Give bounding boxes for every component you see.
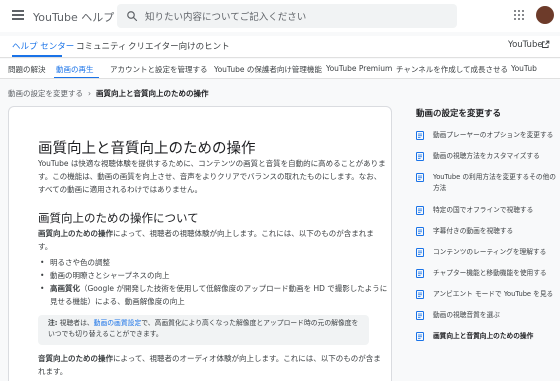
sub-nav: 問題の解決 動画の再生 アカウントと設定を管理する YouTube の保護者向け…: [0, 59, 560, 79]
document-icon: [416, 290, 424, 299]
subtab-account-settings[interactable]: アカウントと設定を管理する: [110, 64, 208, 75]
search-box[interactable]: 知りたい内容についてご記入ください: [117, 4, 457, 28]
document-icon: [416, 206, 424, 215]
section-heading: 画質向上のための操作について: [38, 211, 199, 225]
video-paragraph: 画質向上のための操作によって、視聴者の視聴体験が向上します。これには、以下のもの…: [38, 227, 388, 253]
tab-community[interactable]: コミュニティ: [76, 40, 127, 52]
sidebar-item-label: チャプター機能と移動機能を使用する: [433, 269, 547, 277]
document-icon: [416, 173, 424, 182]
list-item: 明るさや色の調整: [38, 256, 388, 269]
subtab-more[interactable]: YouTub: [511, 64, 537, 73]
enhancement-list: 明るさや色の調整 動画の明瞭さとシャープネスの向上 高画質化（Google が開…: [38, 256, 388, 308]
external-link-icon[interactable]: [541, 40, 550, 49]
tab-help-center[interactable]: ヘルプ センター: [12, 40, 74, 52]
note-label: 注:: [48, 319, 58, 327]
video-lead: 画質向上のための操作: [38, 229, 113, 238]
document-icon: [416, 269, 424, 278]
breadcrumb-current: 画質向上と音質向上のための操作: [96, 89, 209, 98]
top-bar: YouTube ヘルプ 知りたい内容についてご記入ください: [0, 0, 560, 32]
sidebar-item-label: 特定の国でオフラインで視聴する: [433, 206, 534, 214]
sidebar-item-label: コンテンツのレーティングを理解する: [433, 248, 547, 256]
sidebar-item-label: 画質向上と音質向上のための操作: [433, 332, 534, 340]
list-item: 動画の明瞭さとシャープネスの向上: [38, 269, 388, 282]
audio-paragraph: 音質向上のための操作によって、視聴者のオーディオ体験が向上します。これには、以下…: [38, 352, 388, 378]
document-icon: [416, 131, 424, 140]
article-intro: YouTube は快適な視聴体験を提供するために、コンテンツの画質と音質を自動的…: [38, 159, 386, 194]
apps-grid-icon[interactable]: [514, 10, 524, 20]
subtab-video-playback[interactable]: 動画の再生: [56, 64, 94, 75]
sidebar-item-label: 字幕付きの動画を視聴する: [433, 227, 514, 235]
sidebar-item-label: YouTube の利用方法を変更するその他の方法: [433, 173, 556, 192]
tab-creator-tips[interactable]: クリエイター向けのヒント: [128, 40, 230, 52]
list-item: 高画質化（Google が開発した技術を使用して低解像度のアップロード動画を H…: [38, 282, 388, 308]
youtube-link[interactable]: YouTube: [508, 40, 543, 50]
document-icon: [416, 332, 424, 341]
sidebar-item-label: アンビエント モードで YouTube を見る: [433, 290, 554, 298]
list-item-text: 明るさや色の調整: [50, 258, 110, 267]
subtab-grow-channel[interactable]: チャンネルを作成して成長させる: [396, 64, 508, 75]
note-box: 注: 視聴者は、動画の画質設定で、高画質化により高くなった解像度とアップロード時…: [38, 315, 369, 345]
subtab-parental-controls[interactable]: YouTube の保護者向け管理機能: [214, 64, 322, 75]
chevron-right-icon: ›: [88, 89, 91, 98]
list-item-strong: 高画質化: [50, 284, 80, 293]
document-icon: [416, 152, 424, 161]
document-icon: [416, 248, 424, 257]
subtab-troubleshoot[interactable]: 問題の解決: [8, 64, 46, 75]
sidebar-item-label: 動画プレーヤーのオプションを変更する: [433, 131, 554, 139]
breadcrumb: 動画の設定を変更する › 画質向上と音質向上のための操作: [8, 88, 209, 99]
note-pre: 視聴者は、: [57, 319, 94, 327]
main-nav: ヘルプ センター コミュニティ クリエイター向けのヒント YouTube: [0, 36, 560, 58]
list-item-text: 動画の明瞭さとシャープネスの向上: [50, 271, 170, 280]
video-quality-link[interactable]: 動画の画質設定: [94, 319, 142, 327]
subtab-youtube-premium[interactable]: YouTube Premium: [326, 64, 392, 73]
audio-lead: 音質向上のための操作: [38, 354, 113, 363]
document-icon: [416, 227, 424, 236]
sidebar-title: 動画の設定を変更する: [416, 109, 502, 119]
menu-icon[interactable]: [12, 10, 24, 20]
active-subtab-indicator: [54, 77, 99, 78]
brand-title[interactable]: YouTube ヘルプ: [33, 9, 114, 25]
article-card: 画質向上と音質向上のための操作 YouTube は快適な視聴体験を提供するために…: [8, 106, 392, 381]
search-icon[interactable]: [126, 10, 138, 22]
sidebar-item-label: 動画の視聴音質を選ぶ: [433, 311, 500, 319]
breadcrumb-parent[interactable]: 動画の設定を変更する: [8, 89, 83, 98]
active-tab-indicator: [12, 55, 62, 57]
article-title: 画質向上と音質向上のための操作: [38, 141, 256, 157]
avatar[interactable]: [536, 6, 554, 24]
search-input[interactable]: 知りたい内容についてご記入ください: [145, 9, 306, 23]
list-item-text: （Google が開発した技術を使用して低解像度のアップロード動画を HD で撮…: [50, 284, 388, 306]
document-icon: [416, 311, 424, 320]
sidebar-item-label: 動画の視聴方法をカスタマイズする: [433, 152, 540, 160]
